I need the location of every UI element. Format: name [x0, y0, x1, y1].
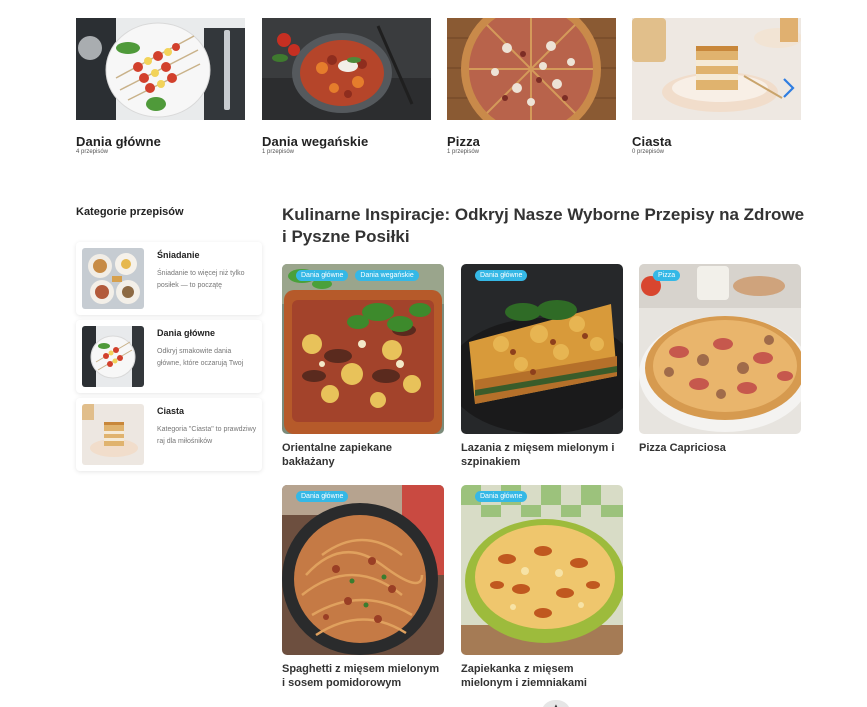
category-image	[447, 18, 616, 120]
sidebar-item-title: Śniadanie	[157, 250, 200, 260]
category-card-ciasta[interactable]: Ciasta 0 przepisów	[632, 18, 801, 155]
category-image	[76, 18, 245, 120]
category-count: 1 przepisów	[447, 149, 480, 155]
sidebar-item-image	[82, 326, 144, 387]
recipe-card[interactable]: Dania główne Dania wegańskie Orientalne …	[282, 264, 444, 469]
sidebar-item-image	[82, 404, 144, 465]
category-name[interactable]: Ciasta	[632, 134, 672, 149]
sidebar-item-title: Dania główne	[157, 328, 216, 338]
sidebar-item-description: Odkryj smakowite dania główne, które ocz…	[157, 348, 244, 367]
recipe-badges: Dania główne	[475, 270, 528, 281]
category-count: 4 przepisów	[76, 149, 109, 155]
sidebar-item-title: Ciasta	[157, 406, 185, 416]
sidebar-item-description: Śniadanie to więcej niż tylko posiłek — …	[157, 270, 245, 289]
recipe-card[interactable]: Dania główne Spaghetti z mięsem mielonym…	[282, 485, 444, 690]
recipe-badges: Dania główne	[475, 491, 528, 502]
recipe-card[interactable]: Dania główne Zapiekanka z mięsem mielony…	[461, 485, 623, 690]
recipe-image: Dania główne	[461, 264, 623, 434]
category-badge[interactable]: Pizza	[653, 270, 681, 281]
category-card-dania-weganskie[interactable]: Dania wegańskie 1 przepisów	[262, 18, 431, 155]
recipe-title[interactable]: Spaghetti z mięsem mielonym i sosem pomi…	[282, 662, 444, 690]
recipe-image: Dania główne Dania wegańskie	[282, 264, 444, 434]
sidebar-title: Kategorie przepisów	[76, 206, 184, 218]
sidebar-item-ciasta[interactable]: Ciasta Kategoria "Ciasta" to prawdziwy r…	[76, 398, 262, 471]
recipe-image: Pizza	[639, 264, 801, 434]
sidebar-item-sniadanie[interactable]: Śniadanie Śniadanie to więcej niż tylko …	[76, 242, 262, 315]
category-badge[interactable]: Dania główne	[475, 270, 528, 281]
category-card-dania-glowne[interactable]: Dania główne 4 przepisów	[76, 18, 245, 155]
scroll-to-top-button[interactable]: ▲	[541, 700, 571, 707]
recipe-badges: Dania główne	[296, 491, 349, 502]
recipe-title[interactable]: Zapiekanka z mięsem mielonym i ziemniaka…	[461, 662, 623, 690]
category-count: 0 przepisów	[632, 149, 665, 155]
recipe-badges: Pizza	[653, 270, 681, 281]
category-image	[632, 18, 801, 120]
category-name[interactable]: Pizza	[447, 134, 480, 149]
category-badge[interactable]: Dania główne	[296, 491, 349, 502]
category-count: 1 przepisów	[262, 149, 295, 155]
chevron-right-icon[interactable]	[780, 76, 796, 100]
category-card-pizza[interactable]: Pizza 1 przepisów	[447, 18, 616, 155]
recipe-title[interactable]: Lazania z mięsem mielonym i szpinakiem	[461, 441, 623, 469]
sidebar-item-dania-glowne[interactable]: Dania główne Odkryj smakowite dania głów…	[76, 320, 262, 393]
category-badge[interactable]: Dania główne	[296, 270, 349, 281]
category-badge[interactable]: Dania główne	[475, 491, 528, 502]
recipe-image: Dania główne	[282, 485, 444, 655]
recipe-title[interactable]: Pizza Capriciosa	[639, 441, 801, 455]
category-badge[interactable]: Dania wegańskie	[355, 270, 419, 281]
category-name[interactable]: Dania wegańskie	[262, 134, 368, 149]
sidebar-item-image	[82, 248, 144, 309]
recipe-card[interactable]: Pizza Pizza Capriciosa	[639, 264, 801, 455]
recipe-image: Dania główne	[461, 485, 623, 655]
recipe-card[interactable]: Dania główne Lazania z mięsem mielonym i…	[461, 264, 623, 469]
category-image	[262, 18, 431, 120]
page-title: Kulinarne Inspiracje: Odkryj Nasze Wybor…	[282, 205, 805, 246]
chevron-up-icon: ▲	[552, 702, 560, 707]
recipe-title[interactable]: Orientalne zapiekane bakłażany	[282, 441, 444, 469]
sidebar-item-description: Kategoria "Ciasta" to prawdziwy raj dla …	[157, 426, 257, 445]
category-name[interactable]: Dania główne	[76, 134, 161, 149]
recipe-badges: Dania główne Dania wegańskie	[296, 270, 419, 281]
